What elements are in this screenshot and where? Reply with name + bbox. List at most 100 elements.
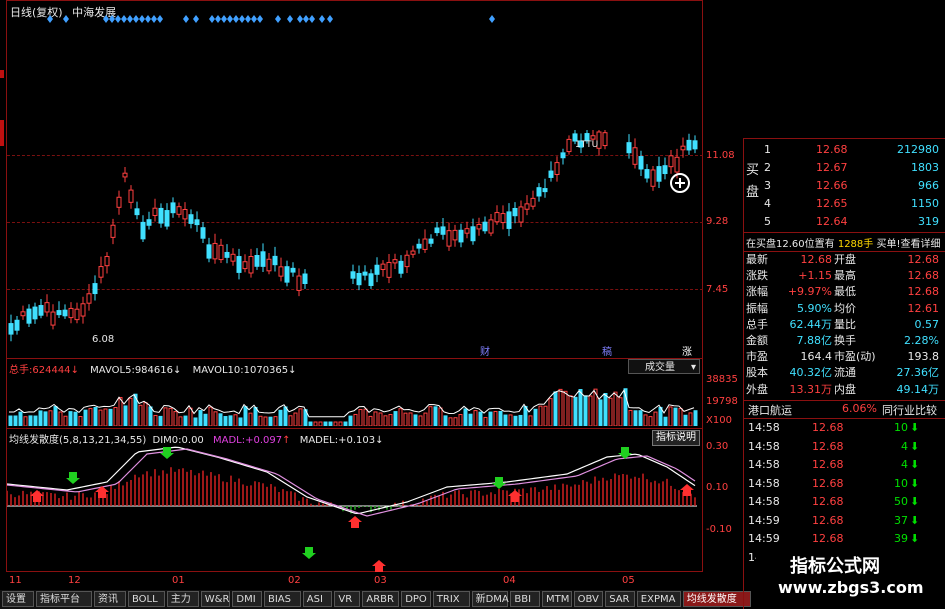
candle bbox=[284, 266, 290, 283]
candle bbox=[638, 156, 644, 170]
sell-arrow-icon bbox=[492, 477, 506, 489]
volume-bar bbox=[148, 406, 153, 426]
indicator-tab[interactable]: W&R bbox=[200, 591, 231, 607]
indicator-tab[interactable]: SAR bbox=[605, 591, 635, 607]
volume-bar bbox=[18, 411, 23, 426]
volume-bar bbox=[283, 406, 288, 426]
indicator-tab[interactable]: ARBR bbox=[362, 591, 400, 607]
candle bbox=[494, 212, 500, 223]
candle bbox=[158, 207, 164, 224]
volume-bar bbox=[273, 416, 278, 426]
tick-row: 14:59 12.68 39 ⬇ bbox=[748, 532, 920, 545]
signal-diamond-icon bbox=[251, 15, 257, 23]
volume-bar bbox=[443, 415, 448, 426]
sell-arrow-icon bbox=[302, 547, 316, 559]
indicator-tab[interactable]: TRIX bbox=[432, 591, 470, 607]
volume-bar bbox=[583, 395, 588, 426]
indicator-tab[interactable]: 均线发散度 bbox=[682, 591, 751, 607]
candle bbox=[488, 219, 494, 234]
indicator-tab[interactable]: 新DMA bbox=[471, 591, 509, 607]
indicator-tab[interactable]: EXPMA bbox=[636, 591, 681, 607]
volume-bar bbox=[618, 397, 623, 426]
volume-bar bbox=[383, 415, 388, 426]
finance-marker-1[interactable]: 财 bbox=[480, 343, 490, 358]
volume-bar bbox=[413, 414, 418, 426]
volume-bar bbox=[373, 411, 378, 426]
down-arrow-icon: ⬇ bbox=[910, 439, 920, 453]
quote-row: 涨跌 +1.15 最高 12.68 bbox=[746, 269, 939, 283]
indicator-tab[interactable]: 资讯 bbox=[94, 591, 126, 607]
indicator-tab[interactable]: MTM bbox=[542, 591, 572, 607]
volume-bar bbox=[13, 415, 18, 426]
candle bbox=[62, 309, 68, 317]
candle bbox=[662, 165, 668, 175]
candle bbox=[44, 302, 50, 313]
indicator-tab[interactable]: DMI bbox=[232, 591, 262, 607]
quote-row: 金额 7.88亿 换手 2.28% bbox=[746, 334, 939, 347]
volume-bar bbox=[38, 410, 43, 426]
volume-bar bbox=[138, 404, 143, 426]
volume-bar bbox=[648, 416, 653, 426]
volume-bar bbox=[678, 408, 683, 426]
order-book-row[interactable]: 1 12.68 212980 bbox=[746, 142, 942, 158]
order-book-row[interactable]: 5 12.64 319 bbox=[746, 214, 942, 230]
indicator-tab[interactable]: DPO bbox=[401, 591, 431, 607]
indicator-tab[interactable]: 设置 bbox=[2, 591, 34, 607]
volume-bar bbox=[158, 415, 163, 426]
big-order-notice[interactable]: 在买盘12.60位置有 1288手 买单!查看详细 bbox=[746, 235, 940, 250]
volume-axis-3: X100 bbox=[706, 415, 732, 426]
indicator-tab[interactable]: BBI bbox=[510, 591, 540, 607]
candle bbox=[8, 323, 14, 335]
candle bbox=[374, 264, 380, 275]
candle bbox=[80, 303, 86, 317]
signal-diamond-icon bbox=[183, 15, 189, 23]
volume-bar bbox=[548, 398, 553, 426]
indicator-tab[interactable]: 指标平台 bbox=[36, 591, 92, 607]
price-axis-3: 7.45 bbox=[706, 284, 729, 295]
indicator-chart[interactable] bbox=[7, 442, 703, 572]
candle bbox=[392, 259, 398, 264]
indicator-tab[interactable]: 主力 bbox=[166, 591, 199, 607]
finance-marker-2[interactable]: 稿 bbox=[602, 343, 612, 358]
buy-arrow-icon bbox=[348, 516, 362, 528]
order-book-row[interactable]: 2 12.67 1803 bbox=[746, 160, 942, 176]
indicator-tab[interactable]: VR bbox=[334, 591, 361, 607]
volume-bar bbox=[28, 415, 33, 426]
candle bbox=[452, 229, 458, 241]
volume-bar bbox=[228, 415, 233, 426]
candle bbox=[626, 142, 632, 154]
volume-bar bbox=[333, 421, 338, 426]
signal-diamond-icon bbox=[257, 15, 263, 23]
signal-diamond-icon bbox=[327, 15, 333, 23]
indicator-tab[interactable]: BOLL bbox=[128, 591, 165, 607]
volume-bar bbox=[633, 410, 638, 426]
indicator-tab[interactable]: OBV bbox=[573, 591, 604, 607]
candle bbox=[446, 230, 452, 247]
order-book-row[interactable]: 3 12.66 966 bbox=[746, 178, 942, 194]
sector-compare-button[interactable]: 同行业比较 bbox=[882, 402, 937, 418]
candle bbox=[218, 244, 224, 261]
volume-bar bbox=[628, 409, 633, 426]
candle bbox=[692, 140, 698, 150]
volume-bar bbox=[658, 406, 663, 426]
order-book-row[interactable]: 4 12.65 1150 bbox=[746, 196, 942, 212]
volume-bar bbox=[173, 411, 178, 426]
candlestick-chart[interactable] bbox=[7, 130, 703, 355]
candle bbox=[224, 251, 230, 258]
candle bbox=[386, 261, 392, 278]
volume-bar bbox=[178, 416, 183, 426]
volume-bar bbox=[603, 392, 608, 426]
candle bbox=[200, 227, 206, 239]
volume-bar bbox=[233, 414, 238, 426]
finance-marker-3[interactable]: 涨 bbox=[682, 343, 692, 358]
volume-chart[interactable] bbox=[7, 372, 703, 426]
volume-bar bbox=[123, 405, 128, 426]
sector-row[interactable]: 港口航运 6.06% 同行业比较 bbox=[746, 402, 942, 417]
candle bbox=[20, 311, 26, 317]
chart-area[interactable]: 日线(复权) 中海发展 11.08 9.28 7.45 6.08 1TTU 财 … bbox=[0, 0, 738, 590]
indicator-tab[interactable]: ASI bbox=[302, 591, 333, 607]
indicator-tab[interactable]: BIAS bbox=[264, 591, 301, 607]
signal-diamond-icon bbox=[275, 15, 281, 23]
volume-bar bbox=[203, 413, 208, 426]
candle bbox=[566, 138, 572, 153]
